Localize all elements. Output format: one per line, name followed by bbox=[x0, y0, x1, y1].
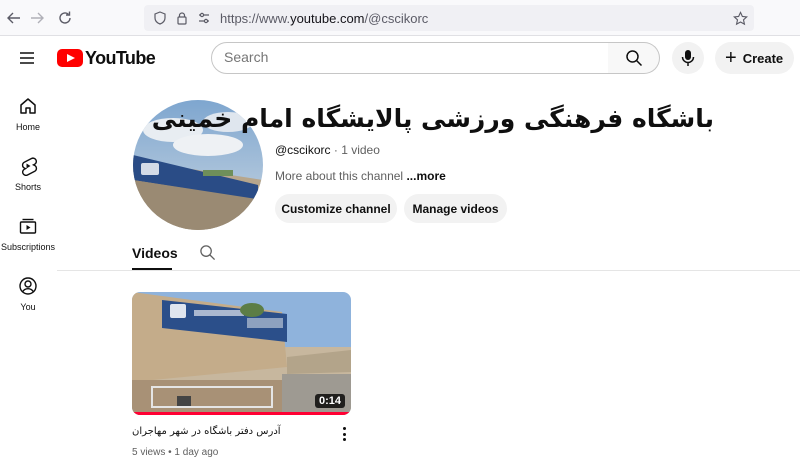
youtube-logo-icon bbox=[57, 49, 83, 67]
more-actions-icon[interactable] bbox=[338, 426, 350, 442]
watched-progress-bar bbox=[132, 412, 351, 415]
lock-icon[interactable] bbox=[174, 10, 190, 26]
video-age: 1 day ago bbox=[174, 447, 219, 458]
back-icon[interactable] bbox=[4, 8, 24, 28]
video-title[interactable]: آدرس دفتر باشگاه در شهر مهاجران bbox=[132, 426, 332, 437]
sidebar-item-you[interactable]: You bbox=[0, 276, 56, 312]
create-button[interactable]: + Create bbox=[715, 42, 794, 74]
tabs-divider bbox=[57, 270, 800, 271]
forward-icon[interactable] bbox=[27, 8, 47, 28]
subscriptions-icon bbox=[19, 218, 37, 234]
reload-icon[interactable] bbox=[55, 8, 75, 28]
shorts-icon bbox=[21, 157, 38, 176]
channel-handle: @cscikorc bbox=[275, 143, 331, 157]
sidebar-item-shorts[interactable]: Shorts bbox=[0, 156, 56, 192]
browser-toolbar: https://www.youtube.com/@cscikorc bbox=[0, 0, 800, 36]
video-thumbnail[interactable]: 0:14 bbox=[132, 292, 351, 415]
microphone-icon bbox=[681, 50, 695, 66]
search-icon bbox=[625, 50, 642, 67]
video-count: 1 video bbox=[341, 143, 380, 157]
address-bar[interactable]: https://www.youtube.com/@cscikorc bbox=[144, 5, 754, 31]
you-icon bbox=[19, 277, 37, 295]
search-button[interactable] bbox=[608, 42, 660, 74]
bookmark-star-icon[interactable] bbox=[732, 10, 748, 26]
home-icon bbox=[20, 98, 36, 114]
customize-channel-button[interactable]: Customize channel bbox=[275, 194, 397, 223]
search-box[interactable] bbox=[211, 42, 609, 74]
permissions-icon[interactable] bbox=[196, 10, 212, 26]
channel-about-link[interactable]: More about this channel ...more bbox=[275, 169, 446, 183]
voice-search-button[interactable] bbox=[672, 42, 704, 74]
video-meta: 5 views • 1 day ago bbox=[132, 447, 219, 458]
youtube-header: YouTube + Create bbox=[0, 36, 800, 80]
sidebar-item-home[interactable]: Home bbox=[0, 96, 56, 132]
shield-icon[interactable] bbox=[152, 10, 168, 26]
url-text: https://www.youtube.com/@cscikorc bbox=[220, 11, 429, 26]
youtube-logo[interactable]: YouTube bbox=[57, 48, 156, 68]
more-link[interactable]: ...more bbox=[406, 169, 445, 183]
manage-videos-button[interactable]: Manage videos bbox=[404, 194, 507, 223]
channel-meta: @cscikorc · 1 video bbox=[275, 143, 380, 157]
channel-search-icon[interactable] bbox=[199, 244, 216, 261]
video-duration: 0:14 bbox=[314, 394, 345, 408]
video-views: 5 views bbox=[132, 447, 166, 458]
sidebar-item-subscriptions[interactable]: Subscriptions bbox=[0, 216, 56, 252]
tab-videos[interactable]: Videos bbox=[132, 245, 178, 261]
channel-name: باشگاه فرهنگی ورزشی پالایشگاه امام خمینی bbox=[151, 104, 714, 133]
menu-icon[interactable] bbox=[17, 48, 37, 68]
plus-icon: + bbox=[725, 47, 737, 69]
search-input[interactable] bbox=[224, 49, 594, 65]
